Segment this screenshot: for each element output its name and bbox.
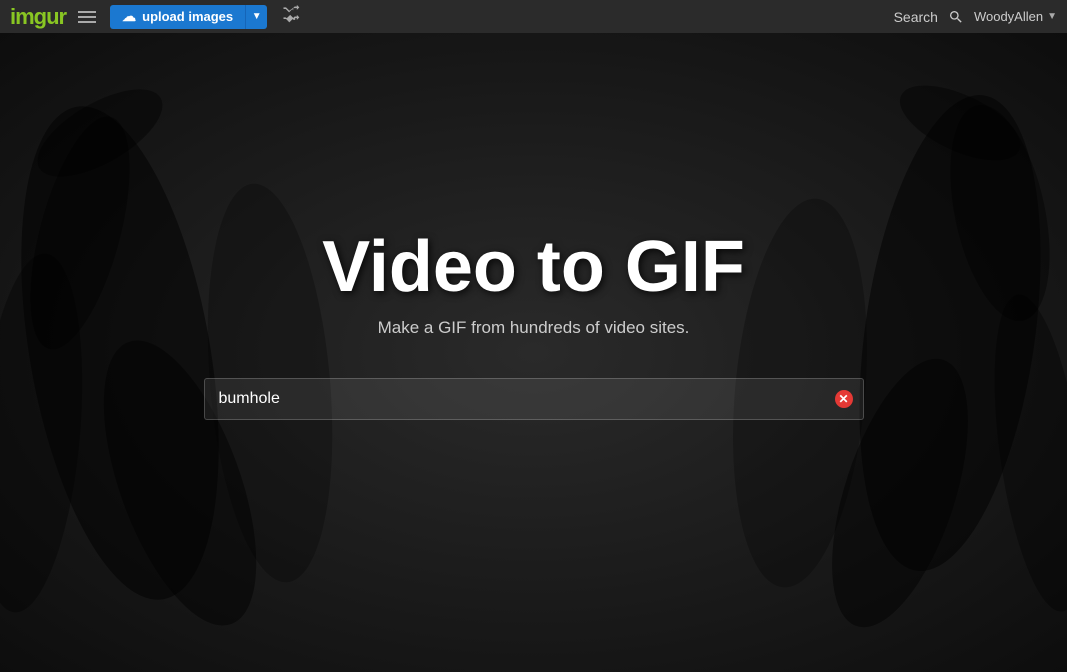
shuffle-button[interactable] (277, 0, 305, 33)
username-label: WoodyAllen (974, 9, 1043, 24)
hamburger-button[interactable] (74, 7, 100, 27)
clear-icon: ✕ (835, 390, 853, 408)
nav-right: Search WoodyAllen ▼ (894, 7, 1057, 27)
search-button[interactable] (946, 7, 966, 27)
user-menu-button[interactable]: WoodyAllen ▼ (974, 9, 1057, 24)
upload-button-label: upload images (142, 9, 233, 24)
page-subtitle: Make a GIF from hundreds of video sites. (378, 318, 690, 338)
navbar: imgur ☁ upload images ▼ Search WoodyAlle… (0, 0, 1067, 33)
chevron-down-icon: ▼ (252, 11, 262, 22)
hamburger-line (78, 21, 96, 23)
upload-dropdown-button[interactable]: ▼ (245, 5, 267, 29)
user-chevron-icon: ▼ (1047, 11, 1057, 22)
hamburger-line (78, 11, 96, 13)
search-icon (948, 9, 964, 25)
clear-input-button[interactable]: ✕ (834, 389, 854, 409)
url-input-container: ✕ (204, 378, 864, 420)
search-label: Search (894, 9, 938, 25)
main-content: Video to GIF Make a GIF from hundreds of… (0, 33, 1067, 672)
upload-button[interactable]: ☁ upload images (110, 5, 245, 29)
cloud-upload-icon: ☁ (122, 8, 136, 25)
imgur-logo[interactable]: imgur (10, 4, 66, 30)
video-url-input[interactable] (204, 378, 864, 420)
shuffle-icon (281, 4, 301, 24)
hamburger-line (78, 16, 96, 18)
hero-content: Video to GIF Make a GIF from hundreds of… (0, 33, 1067, 672)
page-title: Video to GIF (322, 226, 745, 308)
